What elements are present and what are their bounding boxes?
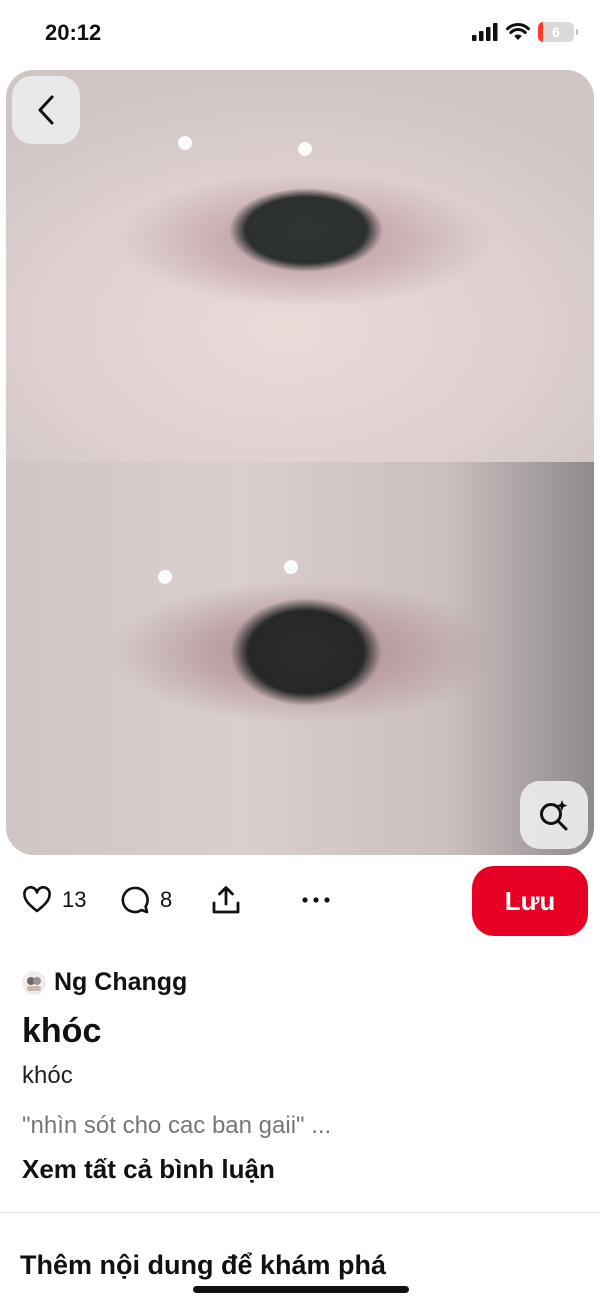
avatar[interactable] — [22, 970, 46, 995]
status-icons: 6 — [472, 22, 578, 42]
more-icon — [302, 897, 330, 903]
visual-search-button[interactable] — [520, 781, 588, 849]
explore-more-title: Thêm nội dung để khám phá — [20, 1250, 387, 1280]
battery-level: 6 — [552, 24, 560, 40]
pin-actions: 13 8 Lưu — [0, 862, 600, 938]
home-indicator[interactable] — [193, 1286, 409, 1293]
comment-count: 8 — [160, 887, 173, 912]
battery-icon: 6 — [538, 22, 578, 42]
back-chevron-icon — [38, 95, 54, 125]
eye-highlight — [298, 142, 312, 156]
comment-preview[interactable]: "nhìn sót cho cac ban gaii" ... — [22, 1112, 331, 1140]
eye-highlight — [284, 560, 298, 574]
divider — [0, 1212, 600, 1213]
battery-level-fill — [538, 22, 544, 42]
back-button[interactable] — [12, 76, 80, 144]
save-button[interactable]: Lưu — [472, 866, 588, 936]
see-all-comments-link[interactable]: Xem tất cả bình luận — [22, 1154, 275, 1185]
pin-description: khóc — [22, 1062, 73, 1089]
comment-button[interactable]: 8 — [120, 862, 172, 938]
eye-highlight — [158, 570, 172, 584]
share-icon — [212, 886, 240, 914]
status-bar: 20:12 6 — [0, 0, 600, 70]
more-options-button[interactable] — [300, 884, 332, 921]
pin-image[interactable] — [6, 70, 594, 855]
creator-name[interactable]: Ng Changg — [54, 968, 187, 997]
eye-highlight — [178, 136, 192, 150]
comment-icon — [121, 886, 149, 914]
heart-icon — [23, 886, 51, 913]
like-count: 13 — [62, 887, 87, 912]
eye-photo-top — [6, 70, 594, 462]
avatar-image — [22, 970, 46, 995]
signal-icon — [472, 23, 498, 41]
creator[interactable]: Ng Changg — [22, 968, 187, 997]
share-button[interactable] — [210, 884, 242, 921]
status-time: 20:12 — [45, 20, 102, 45]
pin-title: khóc — [22, 1012, 102, 1050]
visual-search-icon — [540, 800, 568, 831]
eye-photo-bottom — [6, 462, 594, 855]
like-button[interactable]: 13 — [22, 862, 86, 938]
wifi-icon — [506, 23, 530, 40]
